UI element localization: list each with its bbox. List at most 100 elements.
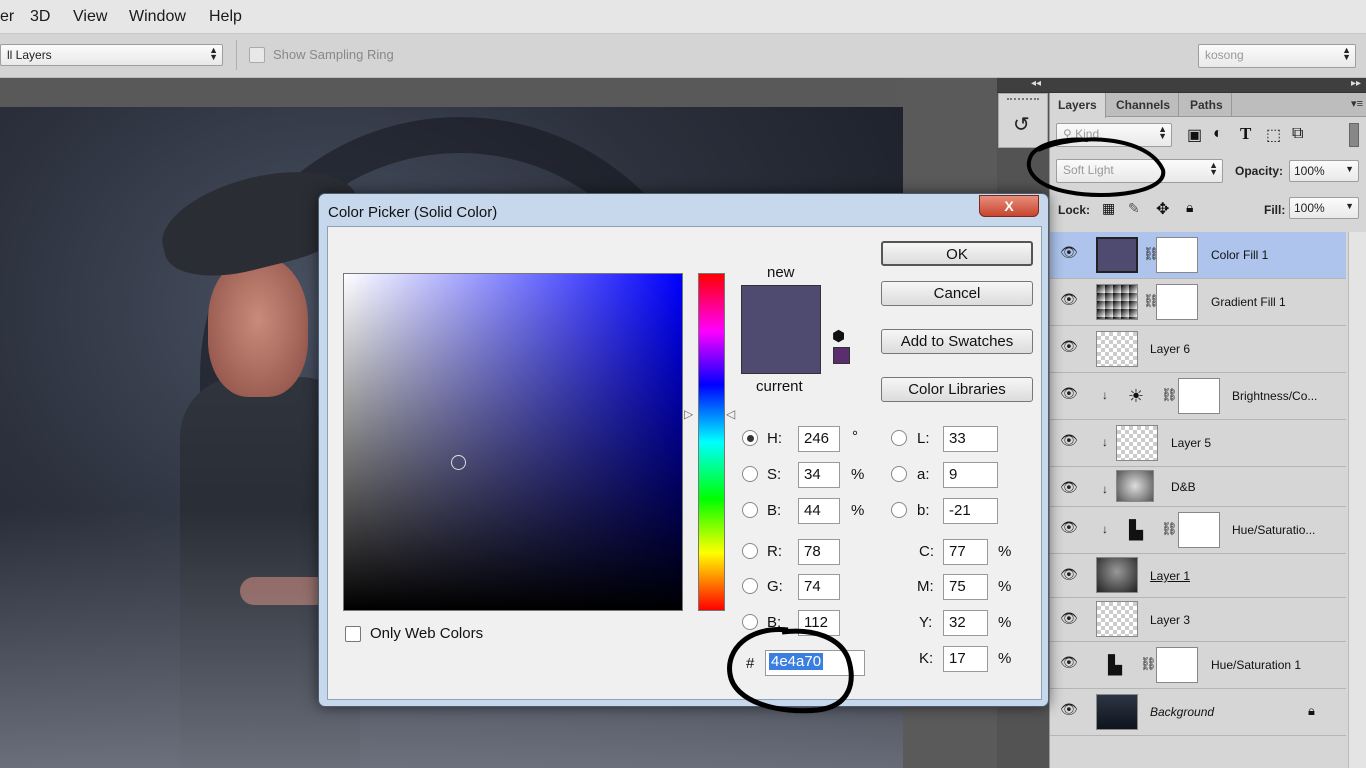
visibility-eye-icon[interactable]: 👁︎ [1060,611,1080,625]
close-button[interactable]: X [979,195,1039,217]
lab-l-field[interactable]: 33 [943,426,998,452]
layer-row[interactable]: 👁︎ ↓ ▙ ⛓︎ Hue/Saturatio... [1050,507,1346,554]
visibility-eye-icon[interactable]: 👁︎ [1060,245,1080,259]
layer-row[interactable]: 👁︎ ⛓︎ Color Fill 1 [1050,232,1346,279]
link-chain-icon[interactable]: ⛓︎ [1161,521,1178,537]
dialog-title: Color Picker (Solid Color) [328,204,498,221]
hue-slider-right-arrow-icon[interactable]: ◁ [726,407,735,421]
chevron-down-icon: ▼ [1345,201,1354,211]
show-sampling-ring-checkbox[interactable] [249,47,265,63]
green-radio[interactable] [742,578,758,594]
saturation-brightness-field[interactable] [343,273,683,611]
saturation-radio[interactable] [742,466,758,482]
yellow-field[interactable]: 32 [943,610,988,636]
only-web-colors-checkbox[interactable] [345,626,361,642]
hue-field[interactable]: 246 [798,426,840,452]
red-field[interactable]: 78 [798,539,840,565]
layer-row[interactable]: 👁︎ ↓ D&B [1050,467,1346,507]
visibility-eye-icon[interactable]: 👁︎ [1060,433,1080,447]
sample-layers-select[interactable]: ll Layers ▲ ▼ [0,44,223,66]
black-field[interactable]: 17 [943,646,988,672]
layer-row[interactable]: 👁︎ ↓ Layer 5 [1050,420,1346,467]
hue-slider[interactable] [698,273,725,611]
layer-row[interactable]: 👁︎ ▙ ⛓︎ Hue/Saturation 1 [1050,642,1346,689]
fill-input[interactable]: 100% ▼ [1289,197,1359,219]
yellow-label: Y: [919,614,933,631]
adjustment-filter-icon[interactable]: ◐ [1213,125,1223,143]
collapse-left-icon[interactable]: ◂◂ [1031,78,1041,89]
visibility-eye-icon[interactable]: 👁︎ [1060,520,1080,534]
shape-filter-icon[interactable]: ⬚ [1266,125,1281,145]
out-of-gamut-cube-icon[interactable]: ⬢ [832,327,845,345]
lab-b-field[interactable]: -21 [943,498,998,524]
visibility-eye-icon[interactable]: 👁︎ [1060,292,1080,306]
current-color-swatch[interactable] [741,329,821,374]
visibility-eye-icon[interactable]: 👁︎ [1060,339,1080,353]
layer-row[interactable]: 👁︎ Layer 6 [1050,326,1346,373]
tab-paths[interactable]: Paths [1182,93,1232,117]
ok-button[interactable]: OK [881,241,1033,266]
layer-mask-thumbnail [1156,237,1198,273]
magenta-field[interactable]: 75 [943,574,988,600]
layers-scrollbar[interactable] [1348,232,1366,768]
lab-a-radio[interactable] [891,466,907,482]
lab-a-field[interactable]: 9 [943,462,998,488]
opacity-input[interactable]: 100% ▼ [1289,160,1359,182]
red-label: R: [767,543,782,560]
hue-radio[interactable] [742,430,758,446]
lab-l-radio[interactable] [891,430,907,446]
clipping-mask-icon: ↓ [1102,482,1108,496]
layer-row[interactable]: 👁︎ ↓ ☀ ⛓︎ Brightness/Co... [1050,373,1346,420]
layer-mask-thumbnail [1156,647,1198,683]
layer-thumbnail [1096,694,1138,730]
tab-channels[interactable]: Channels [1108,93,1180,117]
menu-item-3d[interactable]: 3D [30,8,50,26]
brightness-radio[interactable] [742,502,758,518]
visibility-eye-icon[interactable]: 👁︎ [1060,386,1080,400]
visibility-eye-icon[interactable]: 👁︎ [1060,655,1080,669]
menu-item-help[interactable]: Help [209,8,242,26]
web-safe-color-swatch[interactable] [833,347,850,364]
color-selector-circle[interactable] [451,455,466,470]
brightness-field[interactable]: 44 [798,498,840,524]
layer-name: Background [1150,705,1215,719]
menu-item-view[interactable]: View [73,8,107,26]
panel-tabs: Layers Channels Paths ▾≡ [1050,93,1366,118]
lab-b-radio[interactable] [891,502,907,518]
cancel-button[interactable]: Cancel [881,281,1033,306]
select-arrows-icon: ▲ ▼ [209,45,218,62]
red-radio[interactable] [742,543,758,559]
brightness-label: B: [767,502,782,519]
layer-row[interactable]: 👁︎ Layer 1 [1050,554,1346,598]
hue-slider-left-arrow-icon[interactable]: ▷ [684,407,693,421]
workspace-select[interactable]: kosong ▲ ▼ [1198,44,1356,68]
type-filter-icon[interactable]: T [1240,124,1251,144]
cyan-field[interactable]: 77 [943,539,988,565]
saturation-field[interactable]: 34 [798,462,840,488]
layer-mask-thumbnail [1178,378,1220,414]
fill-label: Fill: [1264,203,1286,217]
layer-row[interactable]: 👁︎ Layer 3 [1050,598,1346,642]
tab-layers[interactable]: Layers [1050,93,1106,118]
layer-row[interactable]: 👁︎ Background 🔒︎ [1050,689,1346,736]
menu-item-filter[interactable]: er [0,8,14,26]
visibility-eye-icon[interactable]: 👁︎ [1060,702,1080,716]
collapse-right-icon[interactable]: ▸▸ [1351,78,1361,89]
menu-item-window[interactable]: Window [129,8,186,26]
visibility-eye-icon[interactable]: 👁︎ [1060,480,1080,494]
add-to-swatches-button[interactable]: Add to Swatches [881,329,1033,354]
link-chain-icon[interactable]: ⛓︎ [1161,387,1178,403]
green-field[interactable]: 74 [798,574,840,600]
image-filter-icon[interactable]: ▣ [1187,125,1202,145]
link-chain-icon[interactable]: ⛓︎ [1140,656,1157,672]
opacity-label: Opacity: [1235,164,1284,178]
panel-menu-icon[interactable]: ▾≡ [1351,97,1363,110]
lock-all-icon[interactable]: 🔒︎ [1186,199,1193,216]
smart-object-filter-icon[interactable]: ⧉ [1292,125,1303,143]
color-libraries-button[interactable]: Color Libraries [881,377,1033,402]
filter-toggle[interactable] [1349,123,1359,147]
layer-thumbnail [1096,557,1138,593]
layer-row[interactable]: 👁︎ ⛓︎ Gradient Fill 1 [1050,279,1346,326]
visibility-eye-icon[interactable]: 👁︎ [1060,567,1080,581]
saturation-label: S: [767,466,782,483]
